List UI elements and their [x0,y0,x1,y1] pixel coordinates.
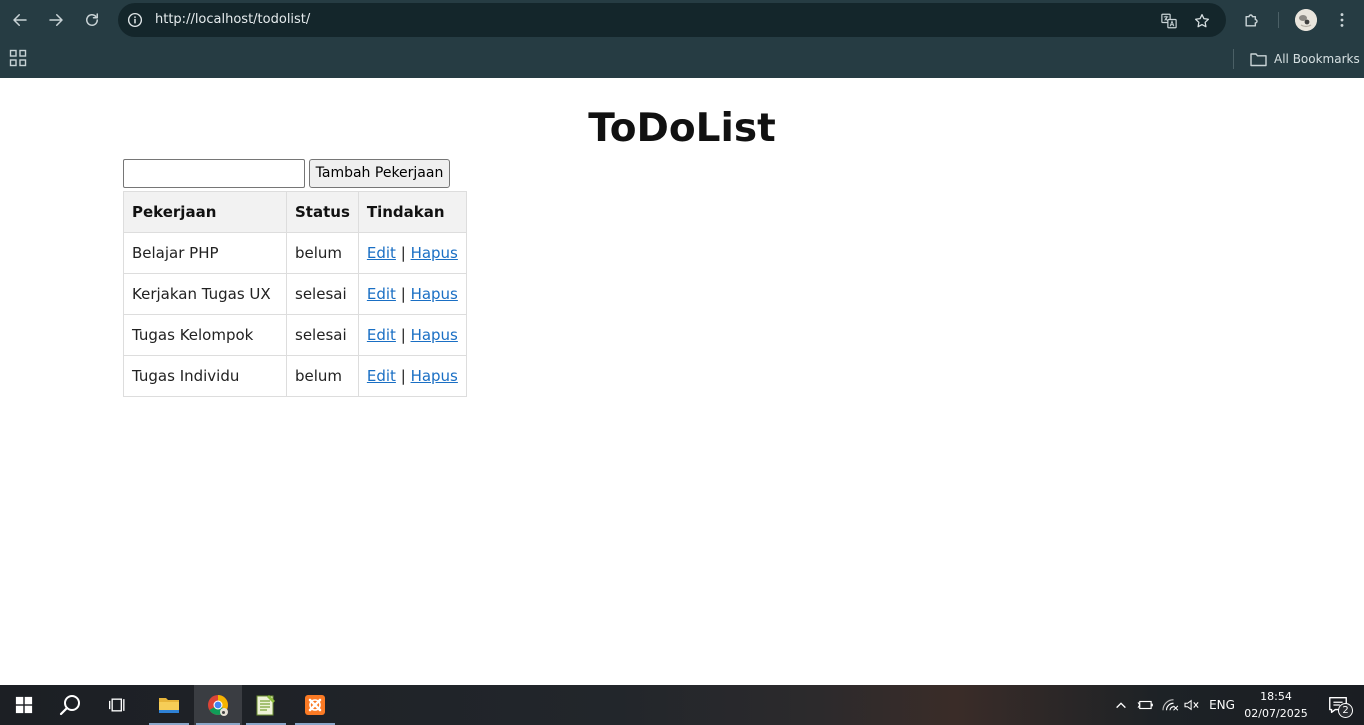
folder-icon [1250,52,1267,66]
search-button[interactable] [46,685,94,725]
column-header-actions: Tindakan [357,191,467,233]
puzzle-icon [1245,14,1258,27]
bookmarks-bar: All Bookmarks [0,40,1364,78]
start-button[interactable] [0,685,48,725]
forward-button[interactable] [42,6,70,34]
more-vertical-icon [1340,13,1344,27]
delete-link[interactable]: Hapus [411,367,458,385]
task-actions: Edit | Hapus [357,273,467,315]
clock-date: 02/07/2025 [1244,707,1308,720]
chevron-up-icon [1116,702,1126,709]
toolbar-separator [1278,12,1279,28]
edit-link[interactable]: Edit [367,285,396,303]
back-button[interactable] [6,6,34,34]
delete-link[interactable]: Hapus [411,326,458,344]
action-separator: | [400,244,406,262]
arrow-left-icon [13,14,27,26]
task-actions: Edit | Hapus [357,232,467,274]
task-status: belum [286,355,359,397]
network-button[interactable] [1159,685,1181,725]
volume-muted-icon [1184,699,1199,711]
task-actions: Edit | Hapus [357,355,467,397]
windows-logo-icon [15,696,33,714]
page-title: ToDoList [588,106,776,151]
avatar-image-icon [1295,9,1317,31]
reload-button[interactable] [78,6,106,34]
column-header-status: Status [286,191,359,233]
folder-icon [159,698,179,713]
task-input[interactable] [123,159,305,188]
language-indicator[interactable]: ENG [1205,685,1239,725]
reload-icon [86,13,98,26]
all-bookmarks-button[interactable]: All Bookmarks [1250,49,1360,69]
notepad-plus-plus-icon [256,695,275,716]
clock[interactable]: 18:54 02/07/2025 [1240,688,1312,722]
battery-button[interactable] [1134,685,1156,725]
chrome-icon [208,695,228,716]
menu-button[interactable] [1330,8,1354,32]
column-header-task: Pekerjaan [123,191,287,233]
task-name: Belajar PHP [123,232,287,274]
notification-badge: 2 [1338,703,1353,718]
chrome-taskbar-button[interactable] [194,685,242,725]
profile-avatar[interactable] [1295,9,1317,31]
todo-table: Pekerjaan Status Tindakan Belajar PHP be… [123,191,467,397]
site-info-icon[interactable] [126,11,144,29]
task-status: selesai [286,314,359,356]
task-status: belum [286,232,359,274]
translate-button[interactable] [1159,11,1179,31]
task-actions: Edit | Hapus [357,314,467,356]
bookmarks-separator [1233,49,1234,69]
star-icon [1194,13,1210,28]
edit-link[interactable]: Edit [367,244,396,262]
extensions-button[interactable] [1240,8,1264,32]
table-header-row: Pekerjaan Status Tindakan [123,191,467,233]
search-icon [59,695,80,716]
arrow-right-icon [49,14,63,26]
notification-center-button[interactable]: 2 [1318,685,1358,725]
battery-charging-icon [1137,700,1153,710]
toolbar: http://localhost/todolist/ [0,0,1364,40]
volume-button[interactable] [1181,685,1203,725]
clock-time: 18:54 [1260,690,1292,703]
task-view-icon [109,698,125,712]
all-bookmarks-label: All Bookmarks [1274,52,1360,66]
action-separator: | [400,367,406,385]
task-view-button[interactable] [94,685,142,725]
edit-link[interactable]: Edit [367,367,396,385]
file-explorer-button[interactable] [145,685,193,725]
task-status: selesai [286,273,359,315]
translate-icon [1161,13,1177,29]
edit-link[interactable]: Edit [367,326,396,344]
add-task-button[interactable]: Tambah Pekerjaan [309,159,450,188]
table-row: Belajar PHP belum Edit | Hapus [123,232,467,274]
delete-link[interactable]: Hapus [411,244,458,262]
url-text[interactable]: http://localhost/todolist/ [155,3,310,37]
wifi-icon [1162,699,1179,711]
task-name: Tugas Kelompok [123,314,287,356]
taskbar: ENG 18:54 02/07/2025 2 [0,685,1364,725]
xampp-button[interactable] [291,685,339,725]
action-separator: | [400,326,406,344]
notepadpp-button[interactable] [242,685,290,725]
browser-chrome: http://localhost/todolist/ All Bookmarks [0,0,1364,78]
apps-grid-icon[interactable] [9,49,27,67]
address-bar[interactable]: http://localhost/todolist/ [118,3,1226,37]
table-row: Kerjakan Tugas UX selesai Edit | Hapus [123,273,467,315]
action-separator: | [400,285,406,303]
table-row: Tugas Kelompok selesai Edit | Hapus [123,314,467,356]
task-name: Kerjakan Tugas UX [123,273,287,315]
bookmark-star-button[interactable] [1192,11,1212,31]
show-hidden-icons-button[interactable] [1110,685,1132,725]
table-row: Tugas Individu belum Edit | Hapus [123,355,467,397]
delete-link[interactable]: Hapus [411,285,458,303]
xampp-icon [305,695,325,715]
page-content: ToDoList Tambah Pekerjaan Pekerjaan Stat… [0,78,1364,685]
task-name: Tugas Individu [123,355,287,397]
